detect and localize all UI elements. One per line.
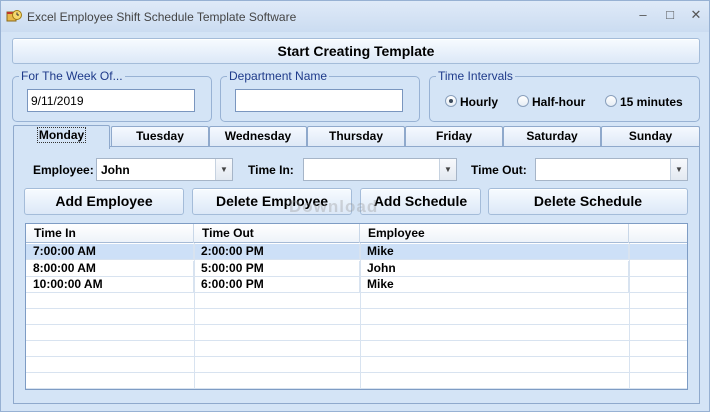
add-employee-button[interactable]: Add Employee <box>24 188 184 215</box>
time-intervals-group-title: Time Intervals <box>436 69 515 83</box>
cell-employee: Mike <box>360 244 629 260</box>
cell-time-out: 6:00:00 PM <box>194 277 360 293</box>
chevron-down-icon[interactable]: ▼ <box>439 159 456 180</box>
column-header-extra <box>629 224 687 243</box>
cell-time-in: 10:00:00 AM <box>26 277 194 293</box>
table-row-empty <box>26 309 687 325</box>
radio-indicator <box>605 95 617 107</box>
radio-indicator <box>445 95 457 107</box>
app-window: Excel Employee Shift Schedule Template S… <box>0 0 710 412</box>
radio-15-minutes-label: 15 minutes <box>620 95 683 109</box>
table-row[interactable]: 7:00:00 AM 2:00:00 PM Mike <box>26 244 687 260</box>
maximize-button[interactable]: □ <box>662 8 678 22</box>
week-date-input[interactable]: 9/11/2019 <box>27 89 195 112</box>
tab-tuesday[interactable]: Tuesday <box>111 126 209 147</box>
tab-saturday[interactable]: Saturday <box>503 126 601 147</box>
column-divider <box>629 243 630 389</box>
table-row-empty <box>26 357 687 373</box>
employee-label: Employee: <box>33 163 94 177</box>
time-out-label: Time Out: <box>471 163 527 177</box>
window-title: Excel Employee Shift Schedule Template S… <box>27 10 297 24</box>
minimize-button[interactable]: – <box>635 8 651 22</box>
table-row-empty <box>26 293 687 309</box>
week-group-title: For The Week Of... <box>19 69 125 83</box>
tab-monday[interactable]: Monday <box>13 125 110 149</box>
table-row-empty <box>26 325 687 341</box>
table-row-empty <box>26 341 687 357</box>
column-header-time-in[interactable]: Time In <box>26 224 194 243</box>
title-bar[interactable]: Excel Employee Shift Schedule Template S… <box>1 1 709 32</box>
tab-wednesday[interactable]: Wednesday <box>209 126 307 147</box>
tab-friday[interactable]: Friday <box>405 126 503 147</box>
cell-employee: Mike <box>360 277 629 293</box>
cell-time-out: 5:00:00 PM <box>194 261 360 277</box>
close-button[interactable]: ✕ <box>688 8 704 22</box>
cell-employee: John <box>360 261 629 277</box>
table-row[interactable]: 10:00:00 AM 6:00:00 PM Mike <box>26 277 687 293</box>
employee-select[interactable]: John ▼ <box>96 158 233 181</box>
department-name-input[interactable] <box>235 89 403 112</box>
calendar-clock-icon <box>6 10 22 22</box>
start-creating-template-button[interactable]: Start Creating Template <box>12 38 700 64</box>
cell-time-out: 2:00:00 PM <box>194 244 360 260</box>
download-watermark: Download <box>289 197 379 216</box>
cell-time-in: 7:00:00 AM <box>26 244 194 260</box>
table-row-empty <box>26 373 687 389</box>
column-divider <box>194 243 195 389</box>
time-in-label: Time In: <box>248 163 294 177</box>
time-out-select[interactable]: ▼ <box>535 158 688 181</box>
schedule-table[interactable]: Time In Time Out Employee 7:00:00 AM 2:0… <box>25 223 688 390</box>
tab-monday-label: Monday <box>36 127 87 143</box>
radio-half-hour-label: Half-hour <box>532 95 586 109</box>
column-header-employee[interactable]: Employee <box>360 224 629 243</box>
tab-sunday[interactable]: Sunday <box>601 126 700 147</box>
tab-thursday[interactable]: Thursday <box>307 126 405 147</box>
time-in-select[interactable]: ▼ <box>303 158 457 181</box>
cell-time-in: 8:00:00 AM <box>26 261 194 277</box>
radio-hourly-label: Hourly <box>460 95 499 109</box>
chevron-down-icon[interactable]: ▼ <box>670 159 687 180</box>
column-divider <box>360 243 361 389</box>
table-header: Time In Time Out Employee <box>26 224 687 243</box>
delete-schedule-button[interactable]: Delete Schedule <box>488 188 688 215</box>
employee-select-value: John <box>101 163 130 177</box>
column-header-time-out[interactable]: Time Out <box>194 224 360 243</box>
table-row[interactable]: 8:00:00 AM 5:00:00 PM John <box>26 261 687 277</box>
chevron-down-icon[interactable]: ▼ <box>215 159 232 180</box>
radio-indicator <box>517 95 529 107</box>
department-group-title: Department Name <box>227 69 330 83</box>
